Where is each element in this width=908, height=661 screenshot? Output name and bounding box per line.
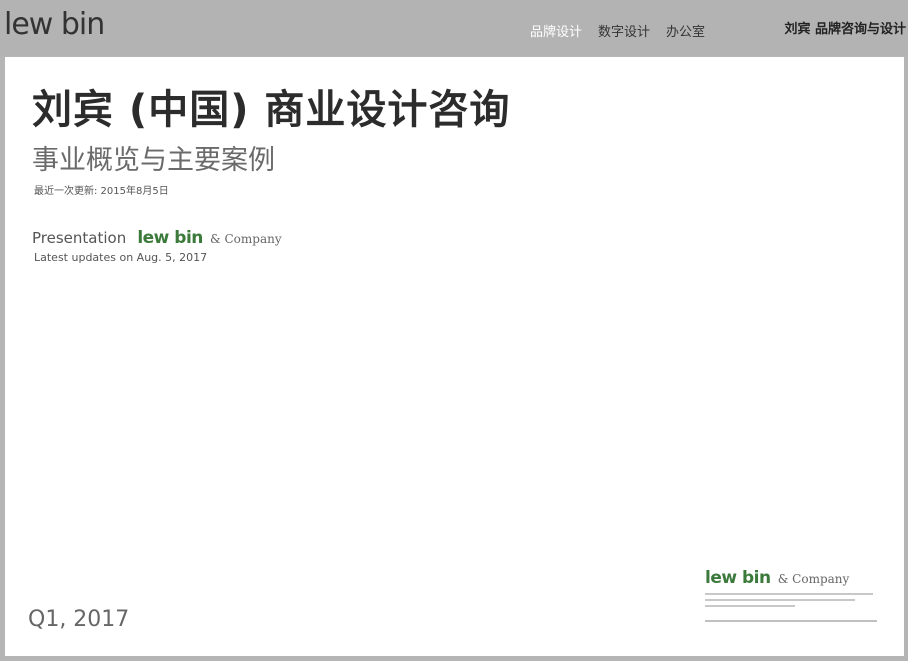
nav-brand-design[interactable]: 品牌设计 bbox=[530, 24, 582, 42]
slide-panel: 刘宾 (中国) 商业设计咨询 事业概览与主要案例 最近一次更新: 2015年8月… bbox=[5, 57, 904, 656]
header-tagline: 刘宾 品牌咨询与设计 bbox=[784, 22, 906, 37]
fine-print-line bbox=[705, 593, 873, 595]
presentation-label: Presentation bbox=[32, 229, 127, 247]
quarter-label: Q1, 2017 bbox=[28, 607, 130, 632]
nav-digital-design[interactable]: 数字设计 bbox=[598, 24, 650, 42]
footer-fine-print bbox=[705, 593, 877, 611]
fine-print-line bbox=[705, 605, 795, 607]
slide-title: 刘宾 (中国) 商业设计咨询 bbox=[32, 87, 511, 133]
brand-company-inline: & Company bbox=[210, 232, 282, 246]
site-logo[interactable]: lew bin bbox=[4, 6, 105, 44]
footer-logo: lew bin & Company bbox=[705, 567, 849, 590]
nav-office[interactable]: 办公室 bbox=[666, 24, 705, 42]
presentation-row: Presentation lew bin & Company bbox=[32, 227, 282, 250]
footer-copyright-line bbox=[705, 620, 877, 622]
updated-date-en: Latest updates on Aug. 5, 2017 bbox=[34, 251, 208, 264]
slide-subtitle: 事业概览与主要案例 bbox=[32, 145, 275, 176]
top-header: lew bin 品牌设计 数字设计 办公室 刘宾 品牌咨询与设计 bbox=[0, 0, 908, 56]
brand-logo-inline: lew bin bbox=[137, 228, 203, 248]
footer-brand: lew bin bbox=[705, 568, 771, 588]
updated-date-cn: 最近一次更新: 2015年8月5日 bbox=[34, 186, 169, 197]
fine-print-line bbox=[705, 599, 855, 601]
footer-company: & Company bbox=[777, 572, 850, 586]
